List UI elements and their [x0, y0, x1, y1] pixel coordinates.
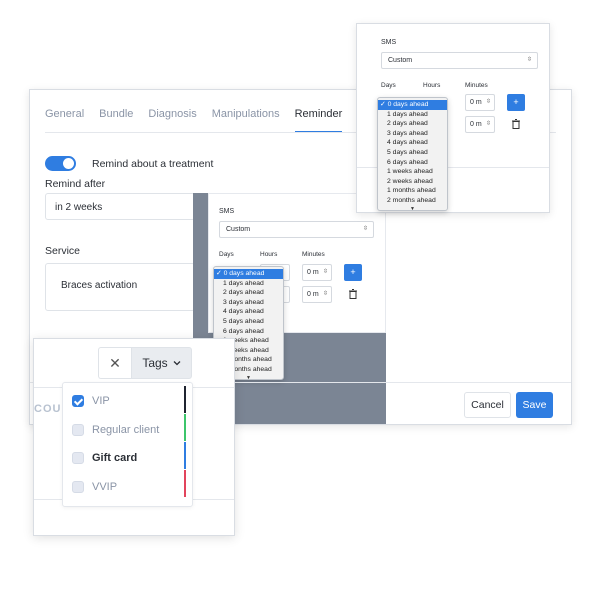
- minutes-select-2[interactable]: 0 m ⇳: [302, 286, 332, 303]
- days-option[interactable]: 3 days ahead: [214, 298, 283, 308]
- tab-diagnosis[interactable]: Diagnosis: [148, 108, 196, 133]
- sms-template-select[interactable]: Custom ⇳: [381, 52, 538, 69]
- tab-general[interactable]: General: [45, 108, 84, 133]
- updown-icon: ⇳: [362, 226, 368, 232]
- close-icon: ✕: [109, 355, 121, 371]
- trash-icon[interactable]: [510, 118, 522, 130]
- checkbox[interactable]: [72, 481, 84, 493]
- tag-color-bar: [184, 386, 186, 413]
- updown-icon: ⇳: [526, 57, 532, 63]
- days-option-selected[interactable]: ✓ 0 days ahead: [214, 269, 283, 279]
- tag-option-regular-client[interactable]: Regular client: [72, 421, 159, 439]
- days-option[interactable]: 6 days ahead: [214, 327, 283, 337]
- tags-card: COU ✕ Tags VIP Regular client Gift card …: [33, 338, 235, 536]
- tag-label: VVIP: [92, 481, 118, 493]
- remind-after-label: Remind after: [45, 178, 106, 190]
- minutes-value: 0 m: [307, 269, 319, 276]
- updown-icon: ⇳: [322, 269, 328, 275]
- add-reminder-button[interactable]: +: [344, 264, 362, 281]
- minutes-label: Minutes: [302, 251, 325, 258]
- days-label: Days: [219, 251, 234, 258]
- checkbox[interactable]: [72, 424, 84, 436]
- sms-template-value: Custom: [226, 226, 251, 233]
- days-option[interactable]: 1 months ahead: [378, 186, 447, 196]
- days-option[interactable]: 1 days ahead: [214, 279, 283, 289]
- minutes-value-2: 0 m: [307, 291, 319, 298]
- tab-bundle[interactable]: Bundle: [99, 108, 133, 133]
- tab-reminder[interactable]: Reminder: [294, 108, 343, 133]
- days-option[interactable]: 1 weeks ahead: [378, 167, 447, 177]
- remind-toggle-row: Remind about a treatment: [45, 156, 213, 171]
- sms-template-select[interactable]: Custom ⇳: [219, 221, 374, 238]
- days-option[interactable]: 2 months ahead: [378, 196, 447, 206]
- minutes-select[interactable]: 0 m ⇳: [465, 94, 495, 111]
- tag-label: VIP: [92, 395, 110, 407]
- days-label: Days: [381, 82, 396, 89]
- toggle-knob: [63, 158, 74, 169]
- tag-label: Gift card: [92, 452, 138, 464]
- add-reminder-button[interactable]: +: [507, 94, 525, 111]
- tag-color-bar: [184, 414, 186, 441]
- scroll-down-icon[interactable]: ▼: [378, 206, 447, 210]
- tag-color-bar: [184, 442, 186, 469]
- minutes-value-2: 0 m: [470, 121, 482, 128]
- tag-color-bar: [184, 470, 186, 497]
- updown-icon: ⇳: [485, 99, 491, 105]
- minutes-select[interactable]: 0 m ⇳: [302, 264, 332, 281]
- checkbox-checked[interactable]: [72, 395, 84, 407]
- tab-manipulations[interactable]: Manipulations: [212, 108, 280, 133]
- sms-title: SMS: [381, 39, 397, 46]
- updown-icon: ⇳: [485, 121, 491, 127]
- checkbox[interactable]: [72, 452, 84, 464]
- cancel-button[interactable]: Cancel: [464, 392, 511, 418]
- tag-option-vip[interactable]: VIP: [72, 392, 110, 410]
- hours-label: Hours: [423, 82, 441, 89]
- updown-icon: ⇳: [322, 291, 328, 297]
- minutes-label: Minutes: [465, 82, 488, 89]
- days-option[interactable]: 5 days ahead: [378, 148, 447, 158]
- minutes-select-2[interactable]: 0 m ⇳: [465, 116, 495, 133]
- days-option[interactable]: 2 days ahead: [378, 119, 447, 129]
- clear-tags-button[interactable]: ✕: [98, 347, 131, 379]
- partial-heading: COU: [34, 403, 62, 415]
- days-option[interactable]: 6 days ahead: [378, 158, 447, 168]
- days-option-selected[interactable]: ✓ 0 days ahead: [378, 100, 447, 110]
- tag-label: Regular client: [92, 424, 160, 436]
- service-field[interactable]: Braces activation: [45, 263, 195, 311]
- days-option[interactable]: 4 days ahead: [378, 138, 447, 148]
- hours-label: Hours: [260, 251, 278, 258]
- tags-list: VIP Regular client Gift card VVIP: [62, 382, 193, 507]
- tags-button-label: Tags: [142, 356, 168, 370]
- days-option[interactable]: 4 days ahead: [214, 307, 283, 317]
- days-option[interactable]: 5 days ahead: [214, 317, 283, 327]
- days-option[interactable]: 2 weeks ahead: [378, 177, 447, 187]
- days-option[interactable]: 2 days ahead: [214, 288, 283, 298]
- remind-after-field[interactable]: in 2 weeks: [45, 193, 195, 220]
- tag-option-gift-card[interactable]: Gift card: [72, 449, 137, 467]
- sms-title: SMS: [219, 208, 235, 215]
- remind-toggle-label: Remind about a treatment: [92, 157, 214, 170]
- save-button[interactable]: Save: [516, 392, 553, 418]
- days-option[interactable]: 3 days ahead: [378, 129, 447, 139]
- tab-bar: General Bundle Diagnosis Manipulations R…: [45, 108, 343, 133]
- tag-option-vvip[interactable]: VVIP: [72, 478, 117, 496]
- days-option[interactable]: 1 days ahead: [378, 110, 447, 120]
- tags-dropdown-button[interactable]: Tags: [131, 347, 192, 379]
- minutes-value: 0 m: [470, 99, 482, 106]
- sms-template-value: Custom: [388, 57, 413, 64]
- days-dropdown[interactable]: ✓ 0 days ahead 1 days ahead 2 days ahead…: [377, 97, 448, 211]
- remind-toggle[interactable]: [45, 156, 76, 171]
- sms-popup-card: SMS Custom ⇳ Days Hours Minutes 0 m ⇳ 0 …: [356, 23, 550, 213]
- chevron-down-icon: [173, 361, 181, 366]
- trash-icon[interactable]: [347, 288, 359, 300]
- service-label: Service: [45, 245, 81, 257]
